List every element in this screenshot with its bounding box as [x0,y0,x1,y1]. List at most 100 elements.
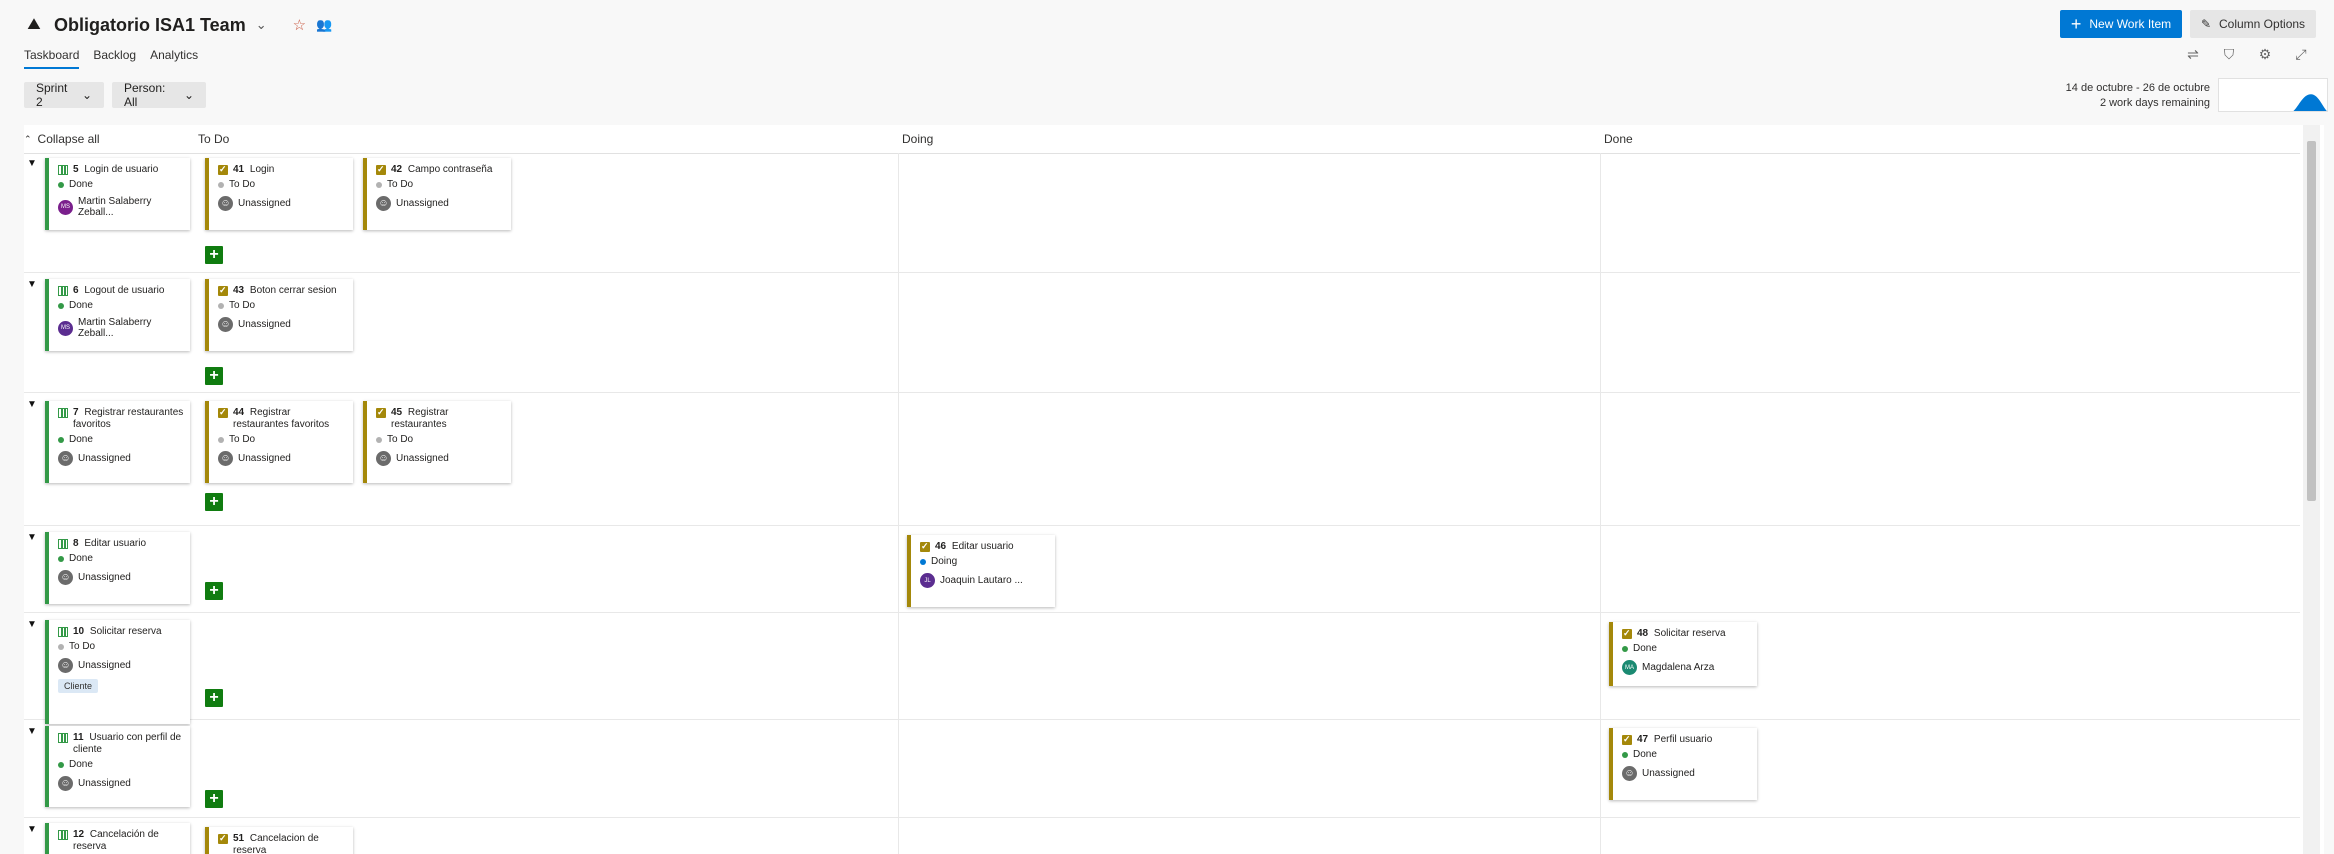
card-title-text[interactable]: 48 Solicitar reserva [1637,628,1726,640]
star-icon[interactable]: ☆ [293,16,306,34]
card-title-text[interactable]: 5 Login de usuario [73,164,158,176]
card-title-text[interactable]: 46 Editar usuario [935,541,1014,553]
settings-sliders-icon[interactable]: ⇌ [2184,46,2202,63]
person-filter-label: Person: All [124,81,166,109]
task-card[interactable]: 46 Editar usuario Doing JL Joaquin Lautaro … [907,535,1055,607]
assigned-to[interactable]: Unassigned [58,570,184,585]
assignee-name: Unassigned [78,453,131,464]
hub-tabs: Taskboard Backlog Analytics [24,48,198,69]
task-card[interactable]: 48 Solicitar reserva Done MA Magdalena Arza [1609,622,1757,686]
row-collapse-toggle[interactable]: ▼ [27,824,39,835]
card-title-text[interactable]: 42 Campo contraseña [391,164,492,176]
add-task-button[interactable]: + [205,367,223,385]
gear-icon[interactable]: ⚙ [2256,46,2274,63]
add-task-button[interactable]: + [205,790,223,808]
story-card[interactable]: 7 Registrar restaurantes favoritos Done Un… [45,401,190,483]
card-title-text[interactable]: 51 Cancelacion de reserva [233,833,347,854]
story-card[interactable]: 10 Solicitar reserva To Do Unassigned Clien… [45,620,190,724]
assigned-to[interactable]: MS Martin Salaberry Zeball... [58,196,184,218]
card-title-text[interactable]: 43 Boton cerrar sesion [233,285,337,297]
card-title-text[interactable]: 44 Registrar restaurantes favoritos [233,407,347,431]
fullscreen-icon[interactable]: ⤢ [2292,46,2310,63]
card-title-text[interactable]: 45 Registrar restaurantes [391,407,505,431]
scrollbar-thumb[interactable] [2307,141,2316,501]
sprint-picker-label: Sprint 2 [36,81,68,109]
add-task-button[interactable]: + [205,246,223,264]
card-title-text[interactable]: 6 Logout de usuario [73,285,164,297]
add-task-button[interactable]: + [205,689,223,707]
story-card[interactable]: 11 Usuario con perfil de cliente Done Unas… [45,726,190,807]
assigned-to[interactable]: Unassigned [58,658,184,673]
add-task-button[interactable]: + [205,493,223,511]
card-title: 7 Registrar restaurantes favoritos [58,407,184,431]
state-dot [920,558,926,565]
task-card[interactable]: 51 Cancelacion de reserva [205,827,353,854]
header-divider [24,153,2300,154]
task-card[interactable]: 42 Campo contraseña To Do Unassigned [363,158,511,230]
task-card[interactable]: 41 Login To Do Unassigned [205,158,353,230]
row-collapse-toggle[interactable]: ▼ [27,619,39,630]
state-dot [376,436,382,443]
column-options-button[interactable]: ✎ Column Options [2190,10,2316,38]
card-title: 47 Perfil usuario [1622,733,1751,746]
work-item-id: 41 [233,164,245,175]
assigned-to[interactable]: Unassigned [218,451,347,466]
assigned-to[interactable]: MA Magdalena Arza [1622,660,1751,675]
team-name[interactable]: Obligatorio ISA1 Team [54,15,246,36]
people-icon[interactable]: 👥 [316,17,332,33]
task-card[interactable]: 43 Boton cerrar sesion To Do Unassigned [205,279,353,351]
assigned-to[interactable]: Unassigned [218,196,347,211]
row-collapse-toggle[interactable]: ▼ [27,279,39,290]
new-work-item-button[interactable]: + New Work Item [2060,10,2182,38]
assigned-to[interactable]: JL Joaquin Lautaro ... [920,573,1049,588]
state-text: Done [1633,643,1657,654]
task-card[interactable]: 47 Perfil usuario Done Unassigned [1609,728,1757,800]
assigned-to[interactable]: Unassigned [376,451,505,466]
sprint-picker[interactable]: Sprint 2 ⌄ [24,81,104,109]
filter-icon[interactable]: ⛉ [2220,46,2238,63]
tab-taskboard[interactable]: Taskboard [24,48,80,69]
assigned-to[interactable]: Unassigned [58,776,184,791]
card-title-text[interactable]: 12 Cancelación de reserva [73,829,184,853]
assigned-to[interactable]: MS Martin Salaberry Zeball... [58,317,184,339]
assigned-to[interactable]: Unassigned [58,451,184,466]
card-title: 8 Editar usuario [58,538,184,550]
assigned-to[interactable]: Unassigned [376,196,505,211]
tab-analytics[interactable]: Analytics [150,48,198,69]
task-card[interactable]: 44 Registrar restaurantes favoritos To Do… [205,401,353,483]
tag-chip[interactable]: Cliente [58,679,99,693]
add-task-button[interactable]: + [205,582,223,600]
chevron-down-icon[interactable]: ⌄ [256,17,267,33]
card-title-text[interactable]: 41 Login [233,164,274,176]
row-collapse-toggle[interactable]: ▼ [27,399,39,410]
collapse-icon: ⌃ [24,133,32,144]
work-item-id: 5 [73,164,79,175]
card-title-text[interactable]: 47 Perfil usuario [1637,734,1712,746]
avatar: MS [58,199,73,215]
story-card[interactable]: 8 Editar usuario Done Unassigned [45,532,190,604]
collapse-all-button[interactable]: ⌃ Collapse all [24,125,174,153]
story-card[interactable]: 6 Logout de usuario Done MS Martin Salaberr… [45,279,190,351]
user-story-icon [58,539,68,549]
sprint-remaining: 2 work days remaining [2099,97,2210,109]
task-card[interactable]: 45 Registrar restaurantes To Do Unassigned [363,401,511,483]
story-card[interactable]: 5 Login de usuario Done MS Martin Salaberry… [45,158,190,230]
person-filter[interactable]: Person: All ⌄ [112,81,206,109]
card-title-text[interactable]: 11 Usuario con perfil de cliente [73,732,184,756]
tab-backlog[interactable]: Backlog [93,48,136,69]
row-collapse-toggle[interactable]: ▼ [27,532,39,543]
state-dot [58,302,64,309]
row-collapse-toggle[interactable]: ▼ [27,726,39,737]
assigned-to[interactable]: Unassigned [218,317,347,332]
work-item-id: 43 [233,285,245,296]
card-title-text[interactable]: 7 Registrar restaurantes favoritos [73,407,184,431]
burndown-chart[interactable] [2218,78,2328,112]
state-field: To Do [218,434,347,445]
story-card[interactable]: 12 Cancelación de reserva [45,823,190,854]
card-title-text[interactable]: 8 Editar usuario [73,538,146,550]
state-field: To Do [58,641,184,652]
assigned-to[interactable]: Unassigned [1622,766,1751,781]
card-title-text[interactable]: 10 Solicitar reserva [73,626,162,638]
row-collapse-toggle[interactable]: ▼ [27,158,39,169]
state-field: Done [58,179,184,190]
